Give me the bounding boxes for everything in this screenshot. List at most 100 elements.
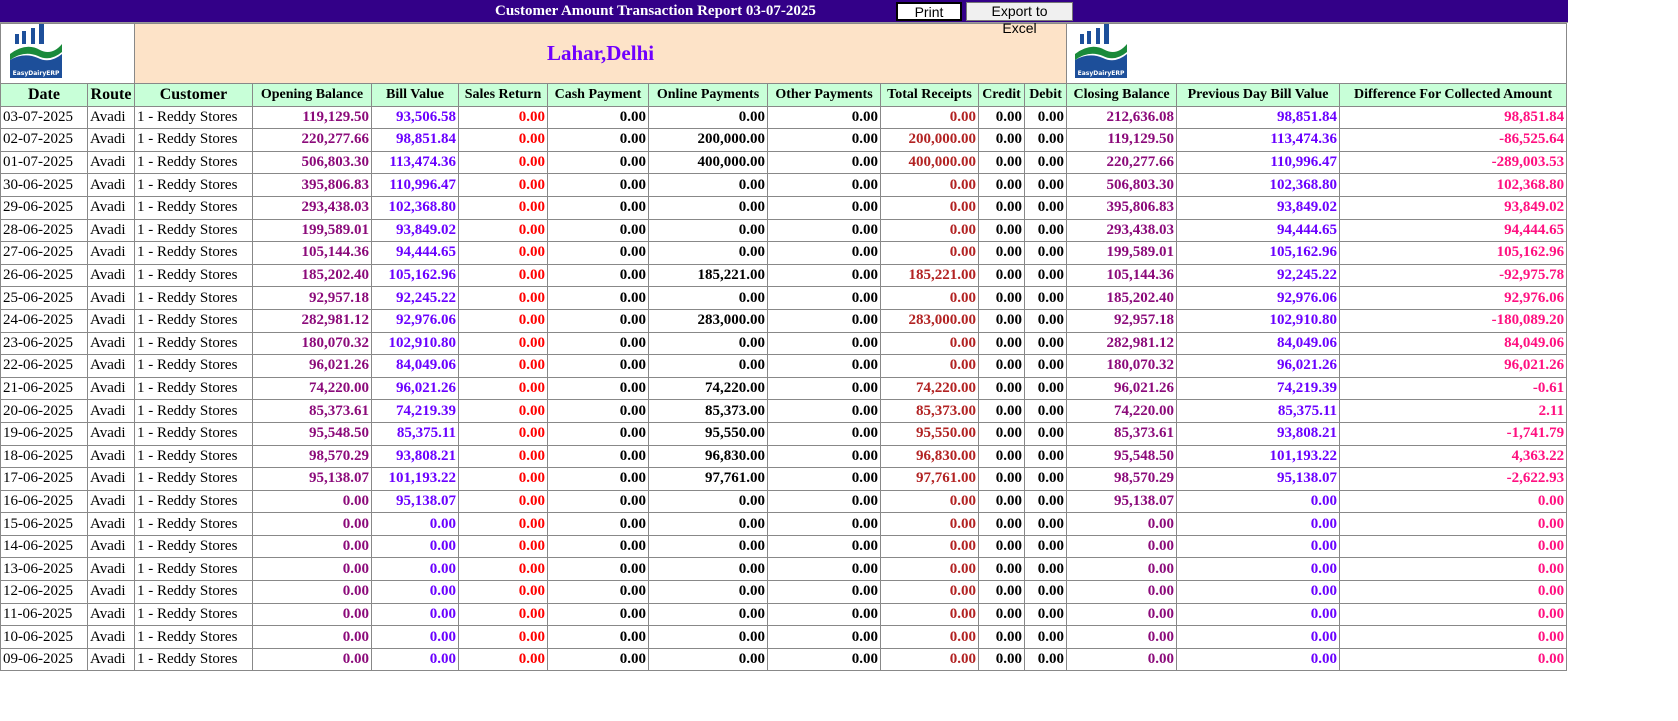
cell-route: Avadi xyxy=(87,421,135,446)
cell-date: 22-06-2025 xyxy=(0,354,88,378)
cell-cash-payment: 0.00 xyxy=(547,105,649,130)
logo-left: EasyDairyERP xyxy=(0,23,135,84)
cell-sales-return: 0.00 xyxy=(458,105,548,130)
cell-other-payments: 0.00 xyxy=(767,128,881,152)
cell-debit: 0.00 xyxy=(1023,467,1068,491)
cell-cash-payment: 0.00 xyxy=(547,218,649,243)
table-row: 27-06-2025 Avadi 1 - Reddy Stores 105,144.3… xyxy=(0,241,1568,265)
cell-cash-payment: 0.00 xyxy=(547,150,649,175)
cell-total-receipts: 96,830.00 xyxy=(880,444,979,469)
transaction-table: EasyDairyERP Lahar,Delhi EasyDairyERP Da… xyxy=(0,23,1568,672)
report-title: Customer Amount Transaction Report 03-07… xyxy=(495,3,816,19)
cell-customer: 1 - Reddy Stores xyxy=(134,376,253,401)
cell-difference-collected-amount: 4,363.22 xyxy=(1339,444,1568,469)
cell-debit: 0.00 xyxy=(1023,421,1068,446)
print-button[interactable]: Print xyxy=(896,2,962,21)
cell-customer: 1 - Reddy Stores xyxy=(134,331,253,356)
cell-previous-day-bill-value: 0.00 xyxy=(1176,489,1341,514)
cell-date: 14-06-2025 xyxy=(0,534,88,559)
cell-customer: 1 - Reddy Stores xyxy=(134,263,253,288)
cell-previous-day-bill-value: 85,375.11 xyxy=(1176,399,1341,423)
cell-opening-balance: 293,438.03 xyxy=(252,195,372,220)
cell-online-payments: 0.00 xyxy=(648,647,768,672)
cell-customer: 1 - Reddy Stores xyxy=(134,128,253,152)
cell-route: Avadi xyxy=(87,263,135,288)
cell-sales-return: 0.00 xyxy=(458,399,548,423)
cell-customer: 1 - Reddy Stores xyxy=(134,241,253,265)
cell-sales-return: 0.00 xyxy=(458,489,548,514)
cell-opening-balance: 0.00 xyxy=(252,557,372,582)
cell-online-payments: 0.00 xyxy=(648,512,768,536)
cell-date: 15-06-2025 xyxy=(0,512,88,536)
cell-closing-balance: 98,570.29 xyxy=(1066,467,1178,491)
cell-credit: 0.00 xyxy=(978,534,1025,559)
cell-cash-payment: 0.00 xyxy=(547,580,649,604)
cell-debit: 0.00 xyxy=(1023,195,1068,220)
cell-online-payments: 0.00 xyxy=(648,173,768,197)
cell-date: 01-07-2025 xyxy=(0,150,88,175)
cell-date: 30-06-2025 xyxy=(0,173,88,197)
cell-difference-collected-amount: 105,162.96 xyxy=(1339,241,1568,265)
cell-customer: 1 - Reddy Stores xyxy=(134,647,253,672)
company-name: Lahar,Delhi xyxy=(133,23,1068,84)
cell-sales-return: 0.00 xyxy=(458,128,548,152)
cell-opening-balance: 506,803.30 xyxy=(252,150,372,175)
cell-opening-balance: 0.00 xyxy=(252,512,372,536)
cell-difference-collected-amount: 0.00 xyxy=(1339,625,1568,649)
cell-bill-value: 0.00 xyxy=(371,534,459,559)
cell-route: Avadi xyxy=(87,625,135,649)
cell-online-payments: 85,373.00 xyxy=(648,399,768,423)
cell-total-receipts: 0.00 xyxy=(880,241,979,265)
cell-opening-balance: 282,981.12 xyxy=(252,308,372,333)
cell-bill-value: 110,996.47 xyxy=(371,173,459,197)
cell-sales-return: 0.00 xyxy=(458,557,548,582)
cell-date: 25-06-2025 xyxy=(0,286,88,310)
cell-debit: 0.00 xyxy=(1023,534,1068,559)
cell-credit: 0.00 xyxy=(978,467,1025,491)
cell-customer: 1 - Reddy Stores xyxy=(134,625,253,649)
export-excel-button[interactable]: Export to Excel xyxy=(966,2,1073,36)
svg-text:EasyDairyERP: EasyDairyERP xyxy=(1078,70,1125,77)
cell-debit: 0.00 xyxy=(1023,218,1068,243)
table-row: 09-06-2025 Avadi 1 - Reddy Stores 0.00 0.00 0… xyxy=(0,647,1568,672)
cell-credit: 0.00 xyxy=(978,308,1025,333)
cell-sales-return: 0.00 xyxy=(458,241,548,265)
table-row: 24-06-2025 Avadi 1 - Reddy Stores 282,981.1… xyxy=(0,308,1568,333)
column-header-date: Date xyxy=(0,83,88,107)
cell-sales-return: 0.00 xyxy=(458,512,548,536)
cell-total-receipts: 0.00 xyxy=(880,286,979,310)
cell-closing-balance: 96,021.26 xyxy=(1066,376,1178,401)
cell-online-payments: 0.00 xyxy=(648,241,768,265)
cell-cash-payment: 0.00 xyxy=(547,241,649,265)
cell-difference-collected-amount: 0.00 xyxy=(1339,557,1568,582)
cell-debit: 0.00 xyxy=(1023,647,1068,672)
column-header-cash-payment: Cash Payment xyxy=(547,83,649,107)
cell-other-payments: 0.00 xyxy=(767,105,881,130)
cell-customer: 1 - Reddy Stores xyxy=(134,602,253,627)
cell-credit: 0.00 xyxy=(978,421,1025,446)
cell-opening-balance: 0.00 xyxy=(252,580,372,604)
cell-bill-value: 0.00 xyxy=(371,647,459,672)
cell-debit: 0.00 xyxy=(1023,173,1068,197)
cell-cash-payment: 0.00 xyxy=(547,308,649,333)
cell-credit: 0.00 xyxy=(978,150,1025,175)
table-row: 23-06-2025 Avadi 1 - Reddy Stores 180,070.3… xyxy=(0,331,1568,356)
cell-total-receipts: 0.00 xyxy=(880,625,979,649)
cell-total-receipts: 85,373.00 xyxy=(880,399,979,423)
cell-other-payments: 0.00 xyxy=(767,218,881,243)
company-banner: EasyDairyERP Lahar,Delhi EasyDairyERP xyxy=(0,23,1568,84)
cell-bill-value: 93,849.02 xyxy=(371,218,459,243)
cell-customer: 1 - Reddy Stores xyxy=(134,421,253,446)
cell-credit: 0.00 xyxy=(978,625,1025,649)
cell-credit: 0.00 xyxy=(978,489,1025,514)
cell-bill-value: 0.00 xyxy=(371,557,459,582)
cell-bill-value: 102,368.80 xyxy=(371,195,459,220)
cell-online-payments: 95,550.00 xyxy=(648,421,768,446)
cell-total-receipts: 400,000.00 xyxy=(880,150,979,175)
cell-customer: 1 - Reddy Stores xyxy=(134,286,253,310)
report-page: Customer Amount Transaction Report 03-07… xyxy=(0,0,1568,672)
cell-closing-balance: 0.00 xyxy=(1066,602,1178,627)
table-row: 03-07-2025 Avadi 1 - Reddy Stores 119,129.5… xyxy=(0,105,1568,130)
cell-debit: 0.00 xyxy=(1023,308,1068,333)
cell-debit: 0.00 xyxy=(1023,105,1068,130)
